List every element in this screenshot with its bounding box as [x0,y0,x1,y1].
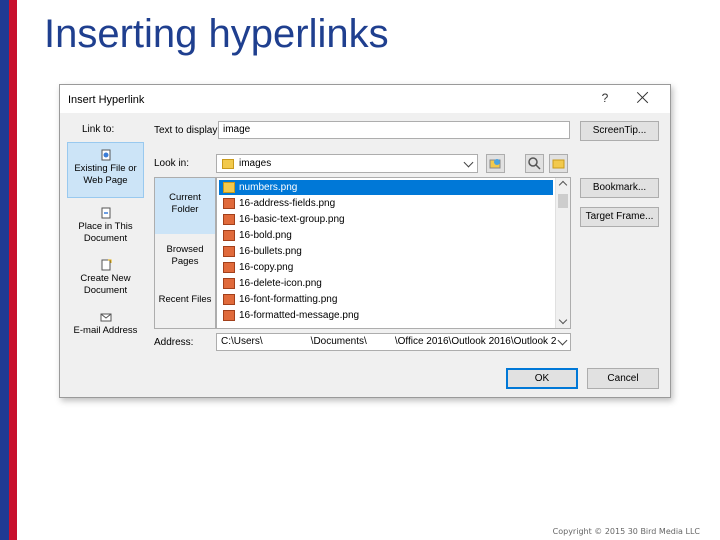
text-to-display-input[interactable]: image [218,121,570,139]
file-name: 16-bold.png [239,230,292,241]
scroll-down-icon[interactable] [558,315,568,325]
file-row[interactable]: numbers.png [219,180,553,195]
scroll-thumb[interactable] [558,194,568,208]
new-document-icon [101,259,111,271]
link-to-label: Link to: [82,124,115,135]
folder-icon [223,182,235,193]
link-to-existing-file-line2: Web Page [83,175,128,186]
redacted-folder [366,336,395,346]
file-name: 16-delete-icon.png [239,278,322,289]
file-name: 16-address-fields.png [239,198,336,209]
chevron-down-icon[interactable] [557,335,568,346]
scroll-up-icon[interactable] [558,180,568,190]
file-row[interactable]: 16-delete-icon.png [219,276,553,291]
cancel-button[interactable]: Cancel [587,368,659,389]
open-folder-button[interactable] [549,154,568,173]
dialog-titlebar: Insert Hyperlink ? [60,85,670,113]
file-row[interactable]: 16-basic-text-group.png [219,212,553,227]
image-file-icon [223,198,235,209]
search-icon [528,157,541,170]
file-row[interactable]: 16-bullets.png [219,244,553,259]
place-in-document-icon [101,207,110,219]
link-to-place-in-document[interactable]: Place in This Document [67,203,144,249]
file-row[interactable]: 16-font-formatting.png [219,292,553,307]
ok-button[interactable]: OK [506,368,578,389]
address-part: \Documents\ [310,336,367,347]
place-recent-line1: Recent Files [158,294,212,305]
image-file-icon [223,246,235,257]
redacted-username [262,336,311,346]
image-file-icon [223,262,235,273]
link-to-place-line1: Place in This [78,221,133,232]
file-row[interactable]: 16-formatted-message.png [219,308,553,323]
link-to-panel: Existing File or Web Page Place in This … [67,141,144,346]
browse-file-button[interactable] [525,154,544,173]
address-input[interactable]: C:\Users\ \Documents\ \Office 2016\Outlook… [216,333,571,351]
image-file-icon [223,310,235,321]
address-label: Address: [154,337,194,348]
target-frame-button[interactable]: Target Frame... [580,207,659,227]
place-browsed-line2: Pages [171,256,199,267]
place-current-folder[interactable]: Current Folder [155,178,215,234]
file-row[interactable]: 16-copy.png [219,260,553,275]
link-to-new-doc-line1: Create New [80,273,131,284]
link-to-existing-file-line1: Existing File or [74,163,137,174]
look-in-value: images [239,158,272,169]
link-to-email-address[interactable]: E-mail Address [67,307,144,343]
file-name: 16-basic-text-group.png [239,214,345,225]
link-to-place-line2: Document [83,233,128,244]
place-current-line1: Current [169,192,201,203]
insert-hyperlink-dialog: Insert Hyperlink ? Link to: Existing Fil… [59,84,671,398]
link-to-new-doc-line2: Document [83,285,128,296]
copyright-text: Copyright © 2015 30 Bird Media LLC [552,527,700,536]
image-file-icon [223,278,235,289]
link-to-email-line1: E-mail Address [73,325,138,336]
text-to-display-label: Text to display: [154,125,221,136]
link-to-existing-file[interactable]: Existing File or Web Page [67,142,144,198]
vertical-scrollbar[interactable] [555,178,570,328]
look-in-select[interactable]: images [216,154,478,173]
image-file-icon [223,214,235,225]
places-bar: Current Folder Browsed Pages Recent File… [154,177,216,329]
existing-file-icon [101,149,110,161]
image-file-icon [223,230,235,241]
email-address-icon [100,313,111,322]
address-part: C:\Users\ [221,336,263,347]
file-list[interactable]: numbers.png 16-address-fields.png 16-bas… [216,177,571,329]
browse-web-button[interactable] [486,154,505,173]
slide-accent-bar [0,0,17,540]
file-row[interactable]: 16-address-fields.png [219,196,553,211]
address-part: \Office 2016\Outlook 2016\Outlook 2 [394,336,557,347]
screentip-button[interactable]: ScreenTip... [580,121,659,141]
slide-title: Inserting hyperlinks [44,12,389,56]
dialog-title: Insert Hyperlink [68,94,145,106]
file-name: numbers.png [239,182,298,193]
help-button[interactable]: ? [598,91,612,107]
look-in-label: Look in: [154,158,190,169]
link-to-create-new-document[interactable]: Create New Document [67,255,144,301]
place-browsed-pages[interactable]: Browsed Pages [155,238,215,278]
place-browsed-line1: Browsed [166,244,204,255]
chevron-down-icon [463,157,474,168]
bookmark-button[interactable]: Bookmark... [580,178,659,198]
file-name: 16-font-formatting.png [239,294,338,305]
folder-open-icon [552,159,565,169]
close-icon[interactable] [635,90,651,106]
place-recent-files[interactable]: Recent Files [155,290,215,320]
browse-web-icon [489,159,501,169]
file-row[interactable]: 16-bold.png [219,228,553,243]
file-name: 16-formatted-message.png [239,310,360,321]
image-file-icon [223,294,235,305]
place-current-line2: Folder [171,204,199,215]
file-name: 16-copy.png [239,262,294,273]
file-name: 16-bullets.png [239,246,302,257]
folder-icon [222,159,234,169]
